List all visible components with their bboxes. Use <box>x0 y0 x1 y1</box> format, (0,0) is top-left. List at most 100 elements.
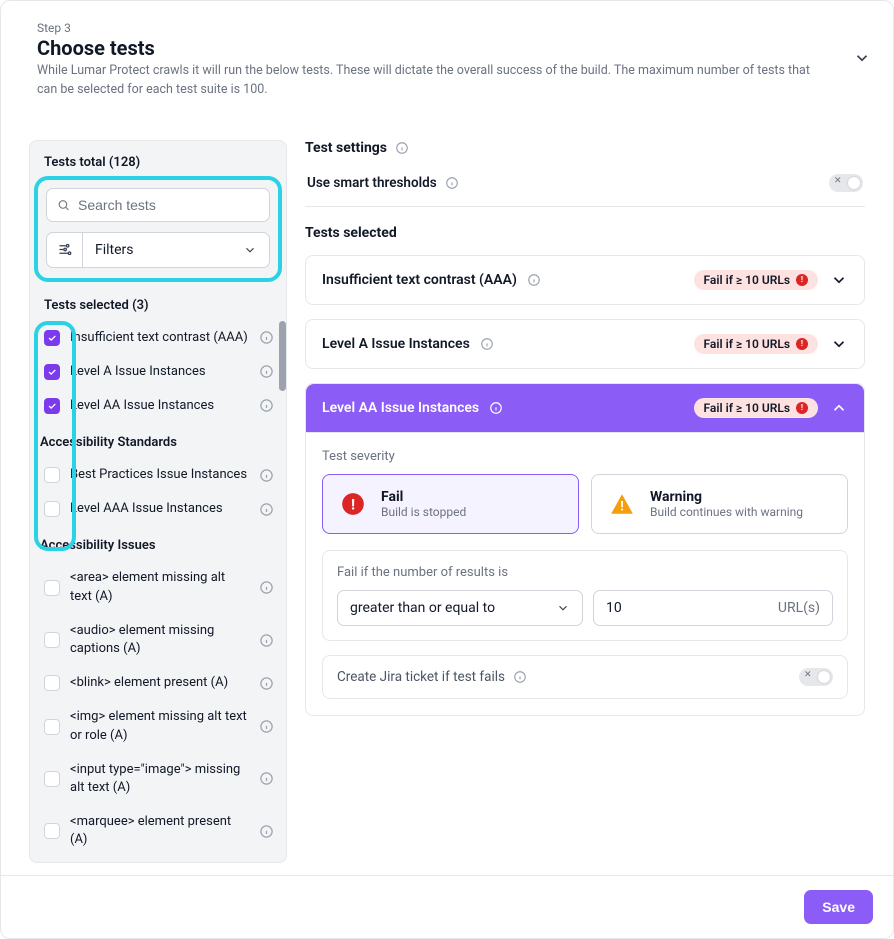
info-icon[interactable] <box>480 337 494 351</box>
test-item-label: Level AA Issue Instances <box>70 397 249 415</box>
info-icon[interactable] <box>395 141 409 155</box>
checkbox[interactable] <box>44 467 60 483</box>
test-item-label: Best Practices Issue Instances <box>70 466 249 484</box>
sliders-icon <box>57 242 72 257</box>
info-icon[interactable] <box>259 824 274 839</box>
toggle-off-icon: ✕ <box>834 176 842 186</box>
checkbox[interactable] <box>44 501 60 517</box>
info-icon[interactable] <box>259 719 274 734</box>
smart-thresholds-toggle[interactable]: ✕ <box>829 174 863 192</box>
tests-selected-heading: Tests selected <box>305 225 865 241</box>
page-description: While Lumar Protect crawls it will run t… <box>37 62 827 100</box>
test-item-selected[interactable]: Insufficient text contrast (AAA) <box>30 321 286 355</box>
test-item[interactable]: <img> element missing alt text or role (… <box>30 700 286 752</box>
info-icon[interactable] <box>489 401 503 415</box>
info-icon[interactable] <box>259 676 274 691</box>
chevron-down-icon <box>853 49 871 67</box>
info-icon[interactable] <box>259 633 274 648</box>
test-item[interactable]: <blink> element present (A) <box>30 666 286 700</box>
test-item[interactable]: Best Practices Issue Instances <box>30 458 286 492</box>
test-title: Insufficient text contrast (AAA) <box>322 272 517 288</box>
test-settings-heading: Test settings <box>305 140 387 156</box>
filters-icon-box[interactable] <box>46 232 82 268</box>
chevron-down-icon <box>243 243 257 257</box>
checkbox[interactable] <box>44 632 60 648</box>
checkbox[interactable] <box>44 771 60 787</box>
checkbox[interactable] <box>44 719 60 735</box>
fail-icon: ! <box>340 491 366 517</box>
test-item-label: <marquee> element present (A) <box>70 813 249 849</box>
alert-icon <box>796 402 808 414</box>
fail-condition-pill: Fail if ≥ 10 URLs <box>694 398 818 418</box>
chevron-up-icon[interactable] <box>830 399 848 417</box>
section-collapse-button[interactable] <box>853 49 871 67</box>
search-input[interactable] <box>78 197 259 213</box>
tests-sidebar: Tests total (128) Filters Tests select <box>29 140 287 864</box>
test-item-label: <blink> element present (A) <box>70 674 249 692</box>
tests-list[interactable]: Insufficient text contrast (AAA) Level A… <box>30 321 286 863</box>
fail-condition-pill: Fail if ≥ 10 URLs <box>694 270 818 290</box>
info-icon[interactable] <box>259 398 274 413</box>
search-filter-highlight: Filters <box>34 176 282 282</box>
fail-condition-pill: Fail if ≥ 10 URLs <box>694 334 818 354</box>
severity-warning-sub: Build continues with warning <box>650 505 803 519</box>
test-card-header[interactable]: Insufficient text contrast (AAA) Fail if… <box>306 256 864 304</box>
test-item-selected[interactable]: Level AA Issue Instances <box>30 389 286 423</box>
warning-icon: ! <box>609 491 635 517</box>
checkbox[interactable] <box>44 364 60 380</box>
operator-select[interactable]: greater than or equal to <box>337 590 583 626</box>
info-icon[interactable] <box>513 670 527 684</box>
checkbox[interactable] <box>44 675 60 691</box>
test-item-label: Insufficient text contrast (AAA) <box>70 329 249 347</box>
checkbox[interactable] <box>44 823 60 839</box>
info-icon[interactable] <box>259 330 274 345</box>
test-item[interactable]: <input type="image"> missing alt text (A… <box>30 753 286 805</box>
chevron-down-icon[interactable] <box>830 335 848 353</box>
test-item[interactable]: Level AAA Issue Instances <box>30 492 286 526</box>
step-label: Step 3 <box>37 21 865 35</box>
tests-selected-label: Tests selected (3) <box>30 286 286 321</box>
condition-label: Fail if the number of results is <box>337 565 833 580</box>
threshold-unit: URL(s) <box>778 600 820 616</box>
info-icon[interactable] <box>445 176 459 190</box>
alert-icon <box>796 338 808 350</box>
severity-fail-sub: Build is stopped <box>381 505 466 519</box>
info-icon[interactable] <box>259 468 274 483</box>
threshold-input[interactable]: 10 URL(s) <box>593 590 833 626</box>
filters-label: Filters <box>95 242 134 258</box>
test-item-label: <audio> element missing captions (A) <box>70 622 249 658</box>
info-icon[interactable] <box>259 771 274 786</box>
test-card-header[interactable]: Level A Issue Instances Fail if ≥ 10 URL… <box>306 320 864 368</box>
svg-text:!: ! <box>351 495 355 513</box>
jira-toggle[interactable]: ✕ <box>799 668 833 686</box>
info-icon[interactable] <box>527 273 541 287</box>
info-icon[interactable] <box>259 364 274 379</box>
chevron-down-icon[interactable] <box>830 271 848 289</box>
severity-warning-title: Warning <box>650 489 803 505</box>
checkbox[interactable] <box>44 398 60 414</box>
info-icon[interactable] <box>259 502 274 517</box>
toggle-off-icon: ✕ <box>804 670 812 680</box>
test-card-header[interactable]: Level AA Issue Instances Fail if ≥ 10 UR… <box>306 384 864 432</box>
test-item-label: Level AAA Issue Instances <box>70 500 249 518</box>
filters-dropdown[interactable]: Filters <box>82 232 270 268</box>
test-item-label: Level A Issue Instances <box>70 363 249 381</box>
test-item[interactable]: <marquee> element present (A) <box>30 805 286 857</box>
checkbox[interactable] <box>44 330 60 346</box>
smart-thresholds-label: Use smart thresholds <box>307 175 437 191</box>
group-title: Accessibility Standards <box>30 423 286 458</box>
search-input-wrap[interactable] <box>46 188 270 222</box>
jira-label: Create Jira ticket if test fails <box>337 669 505 685</box>
test-item[interactable]: <area> element missing alt text (A) <box>30 561 286 613</box>
severity-warning-option[interactable]: ! Warning Build continues with warning <box>591 474 848 534</box>
test-item-selected[interactable]: Level A Issue Instances <box>30 355 286 389</box>
alert-icon <box>796 274 808 286</box>
checkbox[interactable] <box>44 580 60 596</box>
threshold-value: 10 <box>606 600 622 616</box>
save-button[interactable]: Save <box>804 890 873 924</box>
test-item[interactable]: <audio> element missing captions (A) <box>30 614 286 666</box>
toggle-knob <box>848 177 860 189</box>
severity-fail-option[interactable]: ! Fail Build is stopped <box>322 474 579 534</box>
info-icon[interactable] <box>259 580 274 595</box>
svg-text:!: ! <box>620 499 624 514</box>
